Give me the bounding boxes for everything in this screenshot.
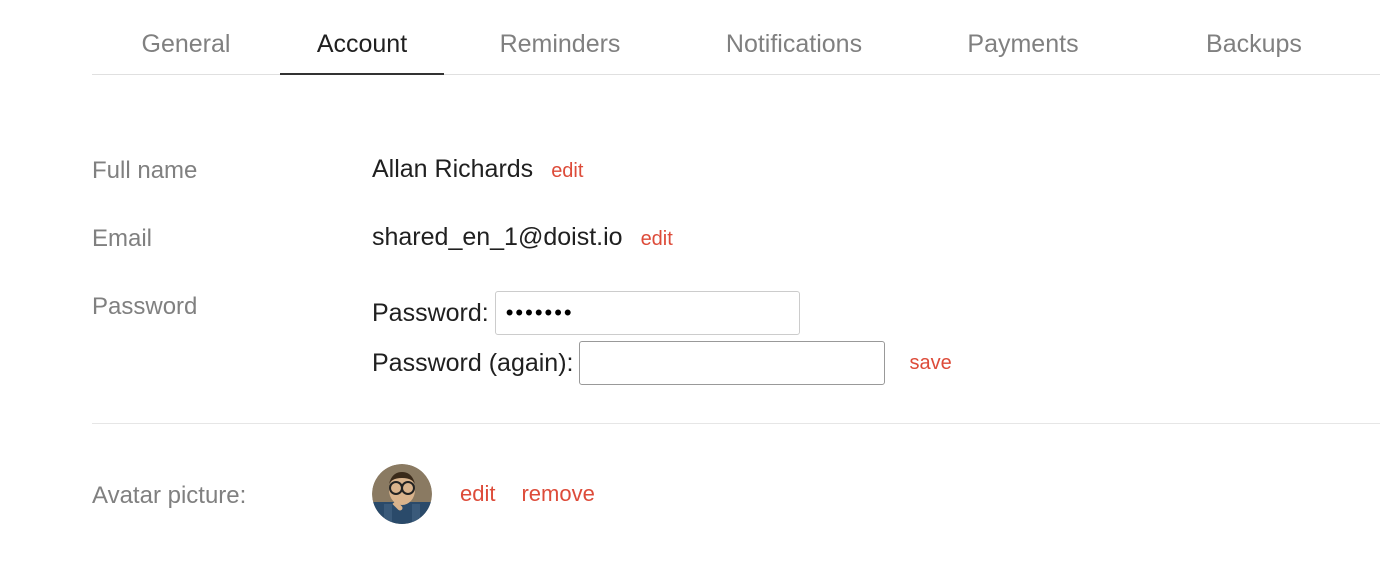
avatar-row: Avatar picture: — [92, 464, 1380, 524]
password-label: Password — [92, 291, 372, 321]
full-name-row: Full name Allan Richards edit — [92, 155, 1380, 185]
password-input[interactable] — [495, 291, 800, 335]
email-row: Email shared_en_1@doist.io edit — [92, 223, 1380, 253]
password-again-input[interactable] — [579, 341, 885, 385]
email-value: shared_en_1@doist.io — [372, 223, 623, 252]
tab-account[interactable]: Account — [280, 22, 444, 75]
full-name-edit-link[interactable]: edit — [551, 160, 583, 183]
email-label: Email — [92, 223, 372, 253]
avatar-remove-link[interactable]: remove — [521, 481, 594, 507]
avatar-label: Avatar picture: — [92, 464, 372, 510]
section-divider — [92, 423, 1380, 424]
email-edit-link[interactable]: edit — [641, 228, 673, 251]
password-save-link[interactable]: save — [909, 352, 951, 375]
full-name-value: Allan Richards — [372, 155, 533, 184]
avatar-edit-link[interactable]: edit — [460, 481, 495, 507]
password-again-field-label: Password (again): — [372, 349, 573, 378]
tab-reminders[interactable]: Reminders — [444, 22, 676, 74]
full-name-label: Full name — [92, 155, 372, 185]
tab-payments[interactable]: Payments — [912, 22, 1134, 74]
password-field-label: Password: — [372, 299, 489, 328]
password-row: Password Password: Password (again): sav… — [92, 291, 1380, 385]
avatar-image — [372, 464, 432, 524]
settings-tabs: General Account Reminders Notifications … — [92, 22, 1380, 75]
tab-general[interactable]: General — [92, 22, 280, 74]
tab-notifications[interactable]: Notifications — [676, 22, 912, 74]
tab-backups[interactable]: Backups — [1134, 22, 1374, 74]
